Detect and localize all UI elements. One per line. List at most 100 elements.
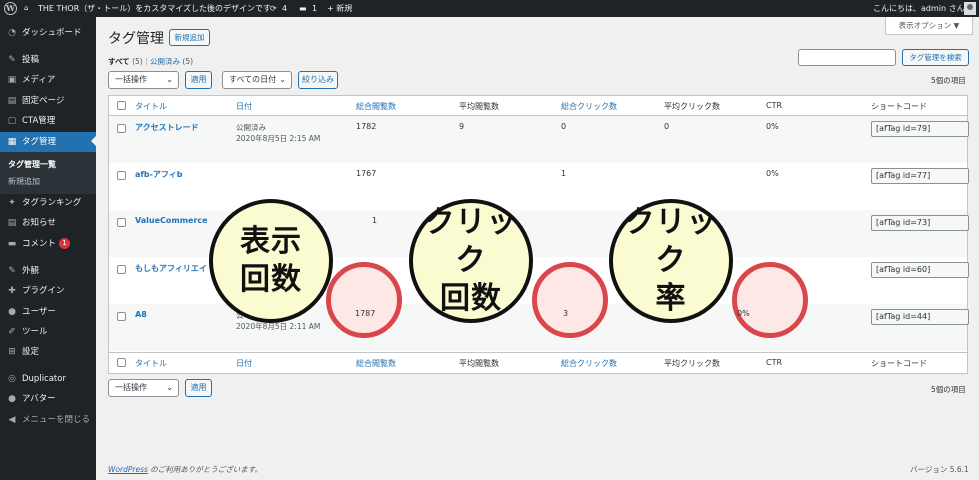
row-shortcode[interactable]: [afTag id=73] [871,215,969,231]
menu-appearance[interactable]: ✎ 外観 [0,262,96,280]
bulk-action-select-bottom[interactable]: 一括操作 ⌄ [108,379,179,397]
version-text: バージョン 5.6.1 [910,465,969,474]
menu-tools[interactable]: ✐ ツール [0,323,96,341]
row-views: 1767 [356,169,377,178]
comments-count[interactable]: 1 [312,0,317,17]
avatar[interactable] [964,2,976,15]
search-input[interactable] [798,49,896,66]
row-title-link[interactable]: A8 [135,310,147,319]
highlight-ring-clicks [532,262,608,338]
column-total-views[interactable]: 総合閲覧数 [356,101,396,112]
row-ctr: 0% [766,122,779,131]
row-title-link[interactable]: もしもアフィリエイ [135,263,207,274]
search-button[interactable]: タグ管理を検索 [902,49,969,66]
tag-icon: ▦ [7,137,17,147]
bulk-action-select[interactable]: 一括操作 ⌄ [108,71,179,89]
column-total-views[interactable]: 総合閲覧数 [356,358,396,369]
new-content-link[interactable]: + 新規 [327,0,352,17]
menu-duplicator[interactable]: ◎ Duplicator [0,370,96,388]
menu-avatar[interactable]: ● アバター [0,390,96,408]
apply-button[interactable]: 適用 [185,71,212,89]
table-footer: タイトル 日付 総合閲覧数 平均閲覧数 総合クリック数 平均クリック数 CTR … [109,352,967,373]
filter-button[interactable]: 絞り込み [298,71,338,89]
page-icon: ▤ [7,96,17,106]
submenu-add-new[interactable]: 新規追加 [8,176,40,187]
row-avg-clicks: 0 [664,122,670,131]
row-clicks: 0 [561,122,567,131]
menu-dashboard[interactable]: ◔ ダッシュボード [0,24,96,42]
menu-comments[interactable]: ▬ コメント 1 [0,235,96,253]
menu-notices[interactable]: ▤ お知らせ [0,214,96,232]
screen-options-button[interactable]: 表示オプション ▼ [885,17,973,35]
item-count-bottom: 5個の項目 [931,385,966,394]
row-title-link[interactable]: アクセストレード [135,122,199,133]
row-title-link[interactable]: afb-アフィb [135,169,183,180]
column-avg-clicks: 平均クリック数 [664,359,720,368]
menu-media[interactable]: ▣ メディア [0,71,96,89]
add-new-button[interactable]: 新規追加 [169,29,210,46]
menu-tag-ranking[interactable]: ✦ タグランキング [0,194,96,212]
menu-collapse[interactable]: ◀ メニューを閉じる [0,411,96,429]
row-shortcode[interactable]: [afTag id=79] [871,121,969,137]
column-ctr: CTR [766,358,783,367]
avatar-icon: ● [8,394,16,404]
menu-tag-manager[interactable]: ▦ タグ管理 [0,132,96,152]
row-checkbox[interactable] [117,171,126,180]
highlight-ring-views [326,262,402,338]
tag-submenu: タグ管理一覧 新規追加 [0,152,96,194]
greeting-text[interactable]: こんにちは、admin さん [873,0,965,17]
row-checkbox[interactable] [117,218,126,227]
updates-count[interactable]: 4 [282,0,287,17]
menu-cta[interactable]: ▢ CTA管理 [0,112,96,130]
column-total-clicks[interactable]: 総合クリック数 [561,358,617,369]
select-all-checkbox[interactable] [117,101,126,110]
column-date[interactable]: 日付 [236,101,252,112]
media-icon: ▣ [7,75,17,85]
wordpress-link[interactable]: WordPress [108,465,148,474]
menu-users[interactable]: ● ユーザー [0,303,96,321]
settings-icon: ⊞ [8,347,16,357]
menu-settings[interactable]: ⊞ 設定 [0,343,96,361]
updates-icon[interactable]: ⟳ [270,0,277,17]
menu-posts[interactable]: ✎ 投稿 [0,51,96,69]
wordpress-logo-icon[interactable]: W [4,2,17,15]
appearance-icon: ✎ [8,266,16,276]
column-title[interactable]: タイトル [135,358,167,369]
status-filters: すべて (5) | 公開済み (5) [108,57,194,66]
filter-all-link[interactable]: すべて [108,57,130,66]
chevron-down-icon: ⌄ [279,75,286,84]
date-filter-select[interactable]: すべての日付 ⌄ [222,71,292,89]
submenu-tag-list[interactable]: タグ管理一覧 [8,159,56,170]
row-checkbox[interactable] [117,265,126,274]
column-title[interactable]: タイトル [135,101,167,112]
comments-icon[interactable]: ▬ [299,0,307,17]
row-views: 1 [372,216,378,225]
admin-bar: W ⌂ THE THOR（ザ・トール）をカスタマイズした後のデザインです ⟳ 4… [0,0,979,17]
menu-pages[interactable]: ▤ 固定ページ [0,92,96,110]
callout-impressions: 表示 回数 [209,199,333,323]
table-header: タイトル 日付 総合閲覧数 平均閲覧数 総合クリック数 平均クリック数 CTR … [109,96,967,116]
row-ctr: 0% [737,309,750,318]
pin-icon: ✎ [8,55,16,65]
filter-published-link[interactable]: 公開済み [150,57,180,66]
row-shortcode[interactable]: [afTag id=60] [871,262,969,278]
cta-icon: ▢ [7,116,17,126]
row-clicks: 1 [561,169,567,178]
apply-button-bottom[interactable]: 適用 [185,379,212,397]
row-checkbox[interactable] [117,124,126,133]
chevron-down-icon: ⌄ [166,75,173,84]
select-all-checkbox[interactable] [117,358,126,367]
row-ctr: 0% [766,169,779,178]
page-title: タグ管理 [108,31,164,47]
menu-plugins[interactable]: ✚ プラグイン [0,282,96,300]
admin-sidebar: ◔ ダッシュボード ✎ 投稿 ▣ メディア ▤ 固定ページ ▢ CTA管理 ▦ タグ管理 タ… [0,17,96,480]
column-total-clicks[interactable]: 総合クリック数 [561,101,617,112]
column-date[interactable]: 日付 [236,358,252,369]
row-title-link[interactable]: ValueCommerce [135,216,208,225]
row-shortcode[interactable]: [afTag id=77] [871,168,969,184]
row-checkbox[interactable] [117,312,126,321]
row-views: 1782 [356,122,377,131]
column-shortcode: ショートコード [871,102,927,111]
site-title-link[interactable]: THE THOR（ザ・トール）をカスタマイズした後のデザインです [38,0,271,17]
row-shortcode[interactable]: [afTag id=44] [871,309,969,325]
